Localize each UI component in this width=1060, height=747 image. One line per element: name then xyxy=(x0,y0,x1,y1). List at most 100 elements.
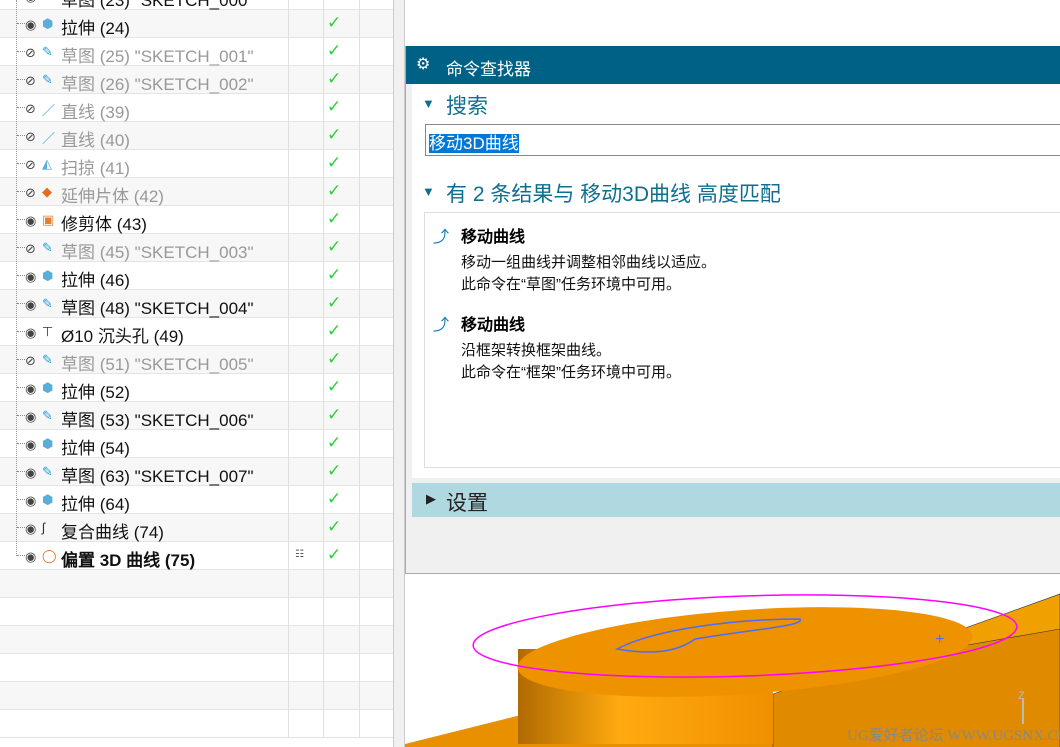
eye-hidden-icon[interactable]: ⊘ xyxy=(25,129,36,145)
tree-row[interactable]: ◉ ⬢ 拉伸 (64) ✓ xyxy=(0,486,393,514)
tree-row[interactable]: ◉ ✎ 草图 (23) "SKETCH_000" ✓ xyxy=(0,0,393,10)
search-section-label: 搜索 xyxy=(446,95,488,118)
tree-row[interactable]: ⊘ ／ 直线 (40) ✓ xyxy=(0,122,393,150)
feature-label: 草图 (45) "SKETCH_003" xyxy=(61,243,254,262)
checkmark-icon: ✓ xyxy=(327,69,342,88)
search-section-header[interactable]: ▼ 搜索 xyxy=(412,90,1060,120)
tree-row[interactable]: ◉ ʃ 复合曲线 (74) ✓ xyxy=(0,514,393,542)
settings-section-header[interactable]: ▶ 设置 xyxy=(412,483,1060,517)
extrude-icon: ⬢ xyxy=(42,380,54,395)
watermark: UG爱好者论坛 WWW.UGSNX.COM xyxy=(847,728,1060,744)
feature-label: 拉伸 (46) xyxy=(61,271,130,290)
tree-connector xyxy=(17,191,25,192)
eye-icon[interactable]: ◉ xyxy=(25,437,36,453)
part-navigator: ◉ ✎ 草图 (23) "SKETCH_000" ✓ ◉ ⬢ 拉伸 (24) ✓… xyxy=(0,0,393,747)
feature-label: 直线 (40) xyxy=(61,131,130,150)
eye-icon[interactable]: ◉ xyxy=(25,325,36,341)
tree-row[interactable]: ◉ ⬢ 拉伸 (24) ✓ xyxy=(0,10,393,38)
tree-row[interactable]: ⊘ ✎ 草图 (25) "SKETCH_001" ✓ xyxy=(0,38,393,66)
result-availability: 此命令在“草图”任务环境中可用。 xyxy=(461,276,681,293)
checkmark-icon: ✓ xyxy=(327,237,342,256)
eye-icon[interactable]: ◉ xyxy=(25,521,36,537)
results-section-header[interactable]: ▼ 有 2 条结果与 移动3D曲线 高度匹配 xyxy=(412,172,1060,208)
line-icon: ／ xyxy=(42,103,56,118)
eye-icon[interactable]: ◉ xyxy=(25,17,36,33)
tree-row[interactable]: ⊘ ／ 直线 (39) ✓ xyxy=(0,94,393,122)
checkmark-icon: ✓ xyxy=(327,349,342,368)
tree-row[interactable]: ⊘ ◆ 延伸片体 (42) ✓ xyxy=(0,178,393,206)
trim-body-icon: ▣ xyxy=(42,212,55,227)
dialog-title-bar: ⚙ 命令查找器 xyxy=(406,46,1060,84)
sketch-icon: ✎ xyxy=(42,464,53,479)
sketch-icon: ✎ xyxy=(42,240,53,255)
checkmark-icon: ✓ xyxy=(327,489,342,508)
eye-hidden-icon[interactable]: ⊘ xyxy=(25,241,36,257)
tree-row[interactable]: ◉ ✎ 草图 (48) "SKETCH_004" ✓ xyxy=(0,290,393,318)
checkmark-icon: ✓ xyxy=(327,209,342,228)
tree-connector xyxy=(17,331,25,332)
tree-row[interactable]: ◉ ⬢ 拉伸 (52) ✓ xyxy=(0,374,393,402)
model-view: + Z xyxy=(405,593,1060,747)
eye-icon[interactable]: ◉ xyxy=(25,549,36,565)
gear-icon[interactable]: ⚙ xyxy=(416,54,430,74)
empty-row xyxy=(0,710,393,738)
tree-row[interactable]: ⊘ ◭ 扫掠 (41) ✓ xyxy=(0,150,393,178)
search-input[interactable]: 移动3D曲线 xyxy=(425,124,1060,156)
empty-row xyxy=(0,598,393,626)
eye-hidden-icon[interactable]: ⊘ xyxy=(25,101,36,117)
collapse-triangle-icon: ▼ xyxy=(422,96,435,111)
tree-connector xyxy=(17,387,25,388)
tree-row[interactable]: ⊘ ✎ 草图 (51) "SKETCH_005" ✓ xyxy=(0,346,393,374)
tree-row[interactable]: ◉ ✎ 草图 (63) "SKETCH_007" ✓ xyxy=(0,458,393,486)
eye-icon[interactable]: ◉ xyxy=(25,493,36,509)
eye-icon[interactable]: ◉ xyxy=(25,269,36,285)
tree-row[interactable]: ◉ ⬢ 拉伸 (54) ✓ xyxy=(0,430,393,458)
tree-row[interactable]: ◉ ✎ 草图 (53) "SKETCH_006" ✓ xyxy=(0,402,393,430)
sketch-icon: ✎ xyxy=(42,44,53,59)
tree-row[interactable]: ⊘ ✎ 草图 (45) "SKETCH_003" ✓ xyxy=(0,234,393,262)
checkmark-icon: ✓ xyxy=(327,461,342,480)
tree-connector xyxy=(17,499,25,500)
eye-hidden-icon[interactable]: ⊘ xyxy=(25,73,36,89)
tree-row[interactable]: ◉ ▣ 修剪体 (43) ✓ xyxy=(0,206,393,234)
eye-icon[interactable]: ◉ xyxy=(25,465,36,481)
result-name: 移动曲线 xyxy=(461,317,526,334)
panel-splitter[interactable] xyxy=(393,0,405,747)
eye-icon[interactable]: ◉ xyxy=(25,297,36,313)
eye-icon[interactable]: ◉ xyxy=(25,381,36,397)
feature-label: 草图 (25) "SKETCH_001" xyxy=(61,47,254,66)
result-name: 移动曲线 xyxy=(461,229,526,246)
tree-connector xyxy=(17,163,25,164)
sketch-icon: ✎ xyxy=(42,0,53,4)
tree-connector xyxy=(16,0,17,556)
eye-hidden-icon[interactable]: ⊘ xyxy=(25,185,36,201)
eye-hidden-icon[interactable]: ⊘ xyxy=(25,157,36,173)
eye-icon[interactable]: ◉ xyxy=(25,409,36,425)
tree-row[interactable]: ◉ ⊤ Ø10 沉头孔 (49) ✓ xyxy=(0,318,393,346)
tree-connector xyxy=(17,135,25,136)
tree-connector xyxy=(17,79,25,80)
checkmark-icon: ✓ xyxy=(327,321,342,340)
empty-row xyxy=(0,626,393,654)
feature-label: Ø10 沉头孔 (49) xyxy=(61,327,184,346)
feature-label: 修剪体 (43) xyxy=(61,215,147,234)
tree-row[interactable]: ◉ ◯ 偏置 3D 曲线 (75) ☷ ✓ xyxy=(0,542,393,570)
eye-icon[interactable]: ◉ xyxy=(25,0,36,5)
results-list: ⤴ 移动曲线 移动一组曲线并调整相邻曲线以适应。 此命令在“草图”任务环境中可用… xyxy=(424,212,1060,468)
empty-row xyxy=(0,654,393,682)
tree-row[interactable]: ◉ ⬢ 拉伸 (46) ✓ xyxy=(0,262,393,290)
feature-label: 拉伸 (52) xyxy=(61,383,130,402)
tree-connector xyxy=(17,107,25,108)
checkmark-icon: ✓ xyxy=(327,41,342,60)
command-finder-dialog: ⚙ 命令查找器 ▼ 搜索 移动3D曲线 ▼ 有 2 条结果与 移动3D曲线 高度匹配… xyxy=(405,46,1060,573)
tree-connector xyxy=(17,303,25,304)
tree-row[interactable]: ⊘ ✎ 草图 (26) "SKETCH_002" ✓ xyxy=(0,66,393,94)
tree-connector xyxy=(17,359,25,360)
checkmark-icon: ✓ xyxy=(327,153,342,172)
eye-hidden-icon[interactable]: ⊘ xyxy=(25,45,36,61)
graphics-viewport[interactable]: + Z UG爱好者论坛 WWW.UGSNX.COM xyxy=(405,573,1060,747)
tree-connector xyxy=(17,555,25,556)
eye-icon[interactable]: ◉ xyxy=(25,213,36,229)
eye-hidden-icon[interactable]: ⊘ xyxy=(25,353,36,369)
checkmark-icon: ✓ xyxy=(327,125,342,144)
